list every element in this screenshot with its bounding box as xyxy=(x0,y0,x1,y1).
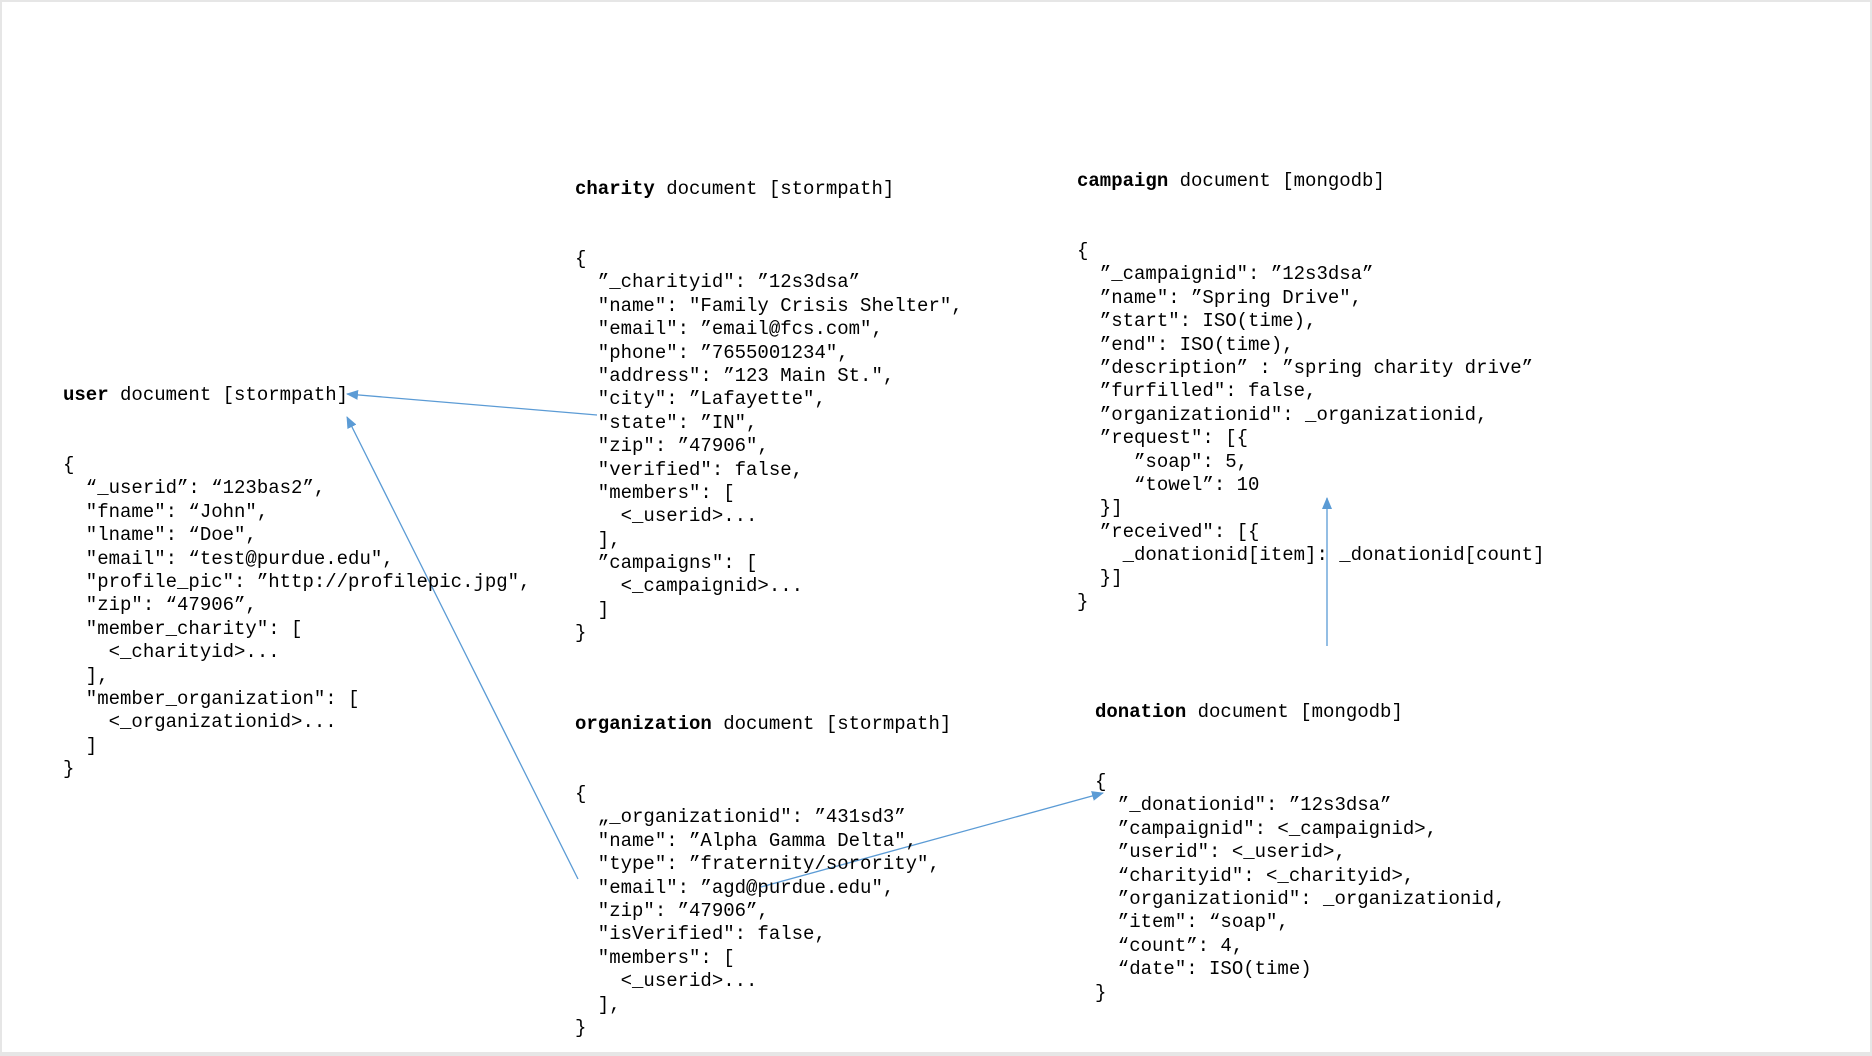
document-line: "name": "Family Crisis Shelter", xyxy=(575,294,963,317)
document-line: "members": [ xyxy=(575,481,735,504)
document-line: { xyxy=(575,248,587,271)
document-line: }] xyxy=(1077,497,1123,520)
document-line: } xyxy=(63,758,75,781)
document-suffix: document [stormpath] xyxy=(108,383,349,406)
document-line: „_organizationid": ”431sd3” xyxy=(575,806,906,829)
document-suffix: document [stormpath] xyxy=(654,177,895,200)
document-line: ”_charityid": ”12s3dsa” xyxy=(575,271,861,294)
document-line: ”organizationid": _organizationid, xyxy=(1077,403,1488,426)
document-name: organization xyxy=(575,712,712,735)
document-line: "address": ”123 Main St.", xyxy=(575,364,895,387)
document-line: "member_organization": [ xyxy=(63,687,360,710)
document-line: ], xyxy=(63,664,109,687)
document-line: “date": ISO(time) xyxy=(1095,958,1312,981)
organization-document: organization document [stormpath] { „_or… xyxy=(575,666,951,1040)
campaign-document: campaign document [mongodb] { ”_campaign… xyxy=(1077,123,1544,614)
document-line: ”campaignid": <_campaignid>, xyxy=(1095,817,1438,840)
document-line: "members": [ xyxy=(575,946,735,969)
document-line: "zip": ”47906", xyxy=(575,435,769,458)
document-line: "lname": “Doe", xyxy=(63,524,257,547)
document-line: { xyxy=(63,454,75,477)
document-heading: user document [stormpath] xyxy=(63,384,530,407)
diagram-canvas: user document [stormpath] { “_userid”: “… xyxy=(2,2,1870,1052)
document-line: “towel”: 10 xyxy=(1077,473,1260,496)
document-name: user xyxy=(63,383,109,406)
document-line: "email": ”email@fcs.com", xyxy=(575,318,883,341)
document-line: ”organizationid": _organizationid, xyxy=(1095,887,1506,910)
document-line: _donationid[item]: _donationid[count] xyxy=(1077,544,1545,567)
document-line: "phone": ”7655001234", xyxy=(575,341,849,364)
document-line: ”description” : ”spring charity drive” xyxy=(1077,356,1534,379)
document-line: ], xyxy=(575,993,621,1016)
document-line: “_userid”: “123bas2”, xyxy=(63,477,326,500)
document-line: { xyxy=(575,783,587,806)
document-line: { xyxy=(1095,771,1107,794)
document-name: donation xyxy=(1095,700,1187,723)
document-line: <_charityid>... xyxy=(63,641,280,664)
document-line: ”_campaignid": ”12s3dsa” xyxy=(1077,263,1374,286)
document-line: "profile_pic": ”http://profilepic.jpg", xyxy=(63,570,531,593)
document-line: ”received": [{ xyxy=(1077,520,1260,543)
document-line: ] xyxy=(63,734,98,757)
document-suffix: document [mongodb] xyxy=(1168,169,1385,192)
document-suffix: document [mongodb] xyxy=(1186,700,1403,723)
document-heading: donation document [mongodb] xyxy=(1095,701,1505,724)
document-line: ”_donationid": ”12s3dsa” xyxy=(1095,794,1392,817)
document-line: ”request": [{ xyxy=(1077,427,1249,450)
document-suffix: document [stormpath] xyxy=(711,712,952,735)
document-line: “charityid": <_charityid>, xyxy=(1095,864,1415,887)
document-line: "city": ”Lafayette", xyxy=(575,388,826,411)
document-line: }] xyxy=(1077,567,1123,590)
document-line: "state": ”IN", xyxy=(575,411,758,434)
charity-document: charity document [stormpath] { ”_charity… xyxy=(575,131,963,646)
document-name: campaign xyxy=(1077,169,1169,192)
document-line: <_userid>... xyxy=(575,970,758,993)
document-line: ] xyxy=(575,598,610,621)
document-line: ”start": ISO(time), xyxy=(1077,310,1317,333)
document-line: "email": “test@purdue.edu", xyxy=(63,547,394,570)
document-line: "fname": “John", xyxy=(63,500,269,523)
document-heading: charity document [stormpath] xyxy=(575,178,963,201)
document-line: “count”: 4, xyxy=(1095,934,1244,957)
document-line: ”soap": 5, xyxy=(1077,450,1249,473)
document-line: ], xyxy=(575,528,621,551)
document-line: <_campaignid>... xyxy=(575,575,804,598)
user-document: user document [stormpath] { “_userid”: “… xyxy=(63,337,530,781)
document-line: ”campaigns": [ xyxy=(575,552,758,575)
document-line: } xyxy=(575,1016,587,1039)
document-heading: organization document [stormpath] xyxy=(575,713,951,736)
document-line: ”name": ”Spring Drive", xyxy=(1077,286,1363,309)
document-line: "zip": “47906”, xyxy=(63,594,257,617)
document-line: ”item": “soap", xyxy=(1095,911,1289,934)
document-heading: campaign document [mongodb] xyxy=(1077,170,1544,193)
document-line: } xyxy=(575,622,587,645)
document-line: "verified": false, xyxy=(575,458,804,481)
document-line: ”userid": <_userid>, xyxy=(1095,841,1346,864)
document-line: "email": ”agd@purdue.edu", xyxy=(575,876,895,899)
document-line: "zip": ”47906”, xyxy=(575,899,769,922)
document-line: } xyxy=(1095,981,1107,1004)
donation-document: donation document [mongodb] { ”_donation… xyxy=(1095,654,1505,1005)
document-line: { xyxy=(1077,240,1089,263)
document-line: ”furfilled": false, xyxy=(1077,380,1317,403)
document-line: ”end": ISO(time), xyxy=(1077,333,1294,356)
document-line: } xyxy=(1077,590,1089,613)
document-line: <_userid>... xyxy=(575,505,758,528)
document-line: <_organizationid>... xyxy=(63,711,337,734)
document-line: "name": ”Alpha Gamma Delta", xyxy=(575,829,918,852)
document-line: "isVerified": false, xyxy=(575,923,826,946)
document-name: charity xyxy=(575,177,655,200)
document-line: "type": ”fraternity/sorority", xyxy=(575,853,940,876)
document-line: "member_charity": [ xyxy=(63,617,303,640)
